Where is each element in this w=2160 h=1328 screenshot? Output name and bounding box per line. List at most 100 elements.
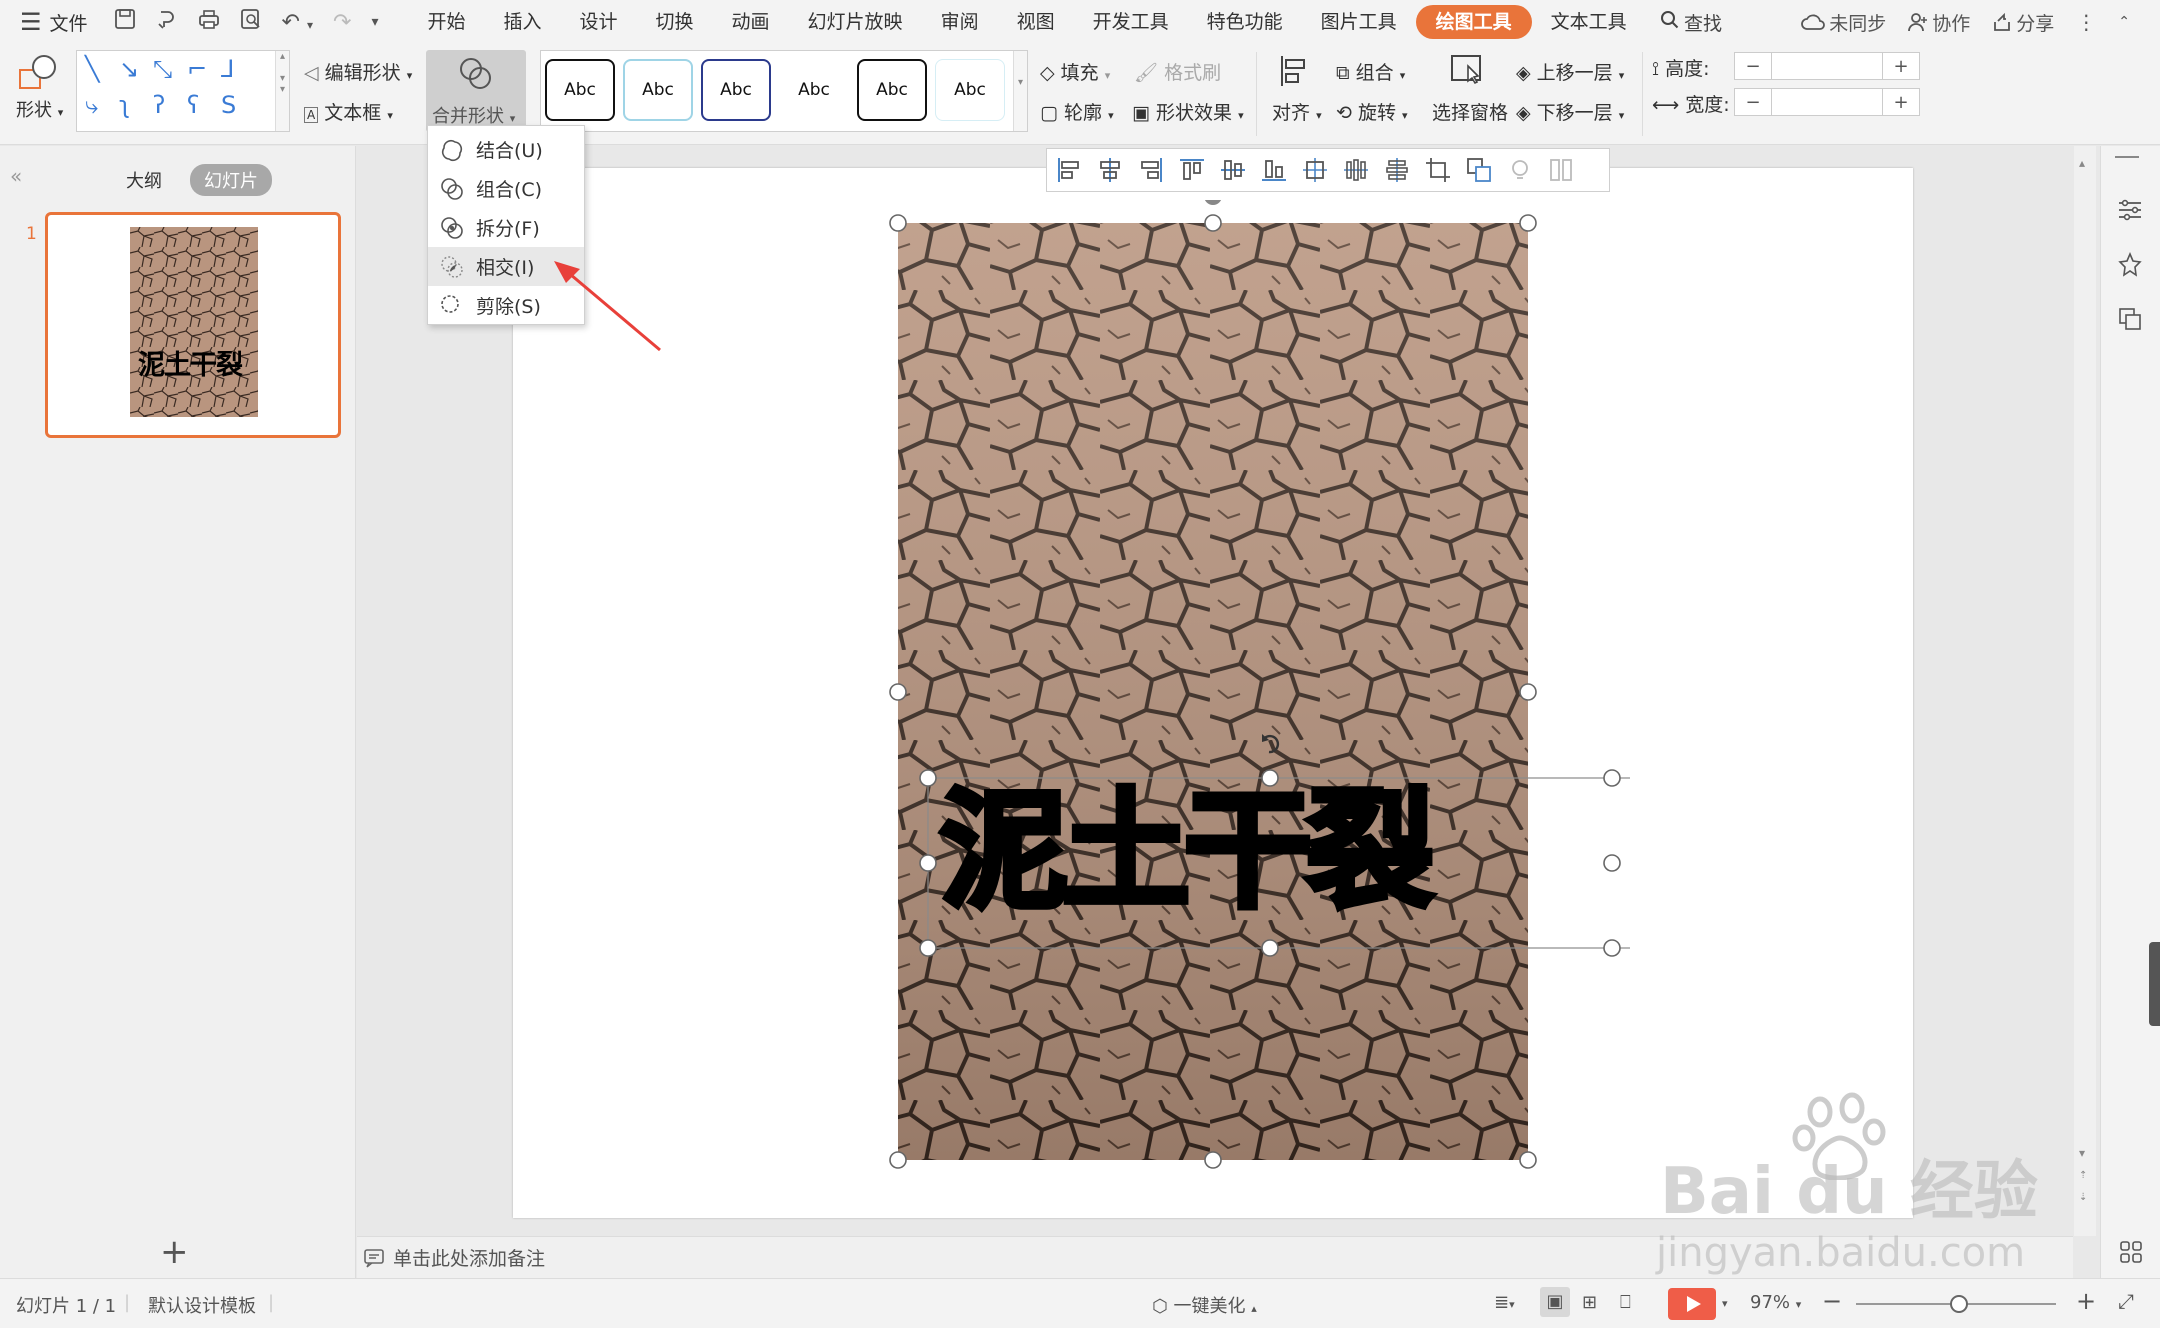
tab-transition[interactable]: 切换: [637, 5, 713, 39]
normal-view-icon[interactable]: ▣: [1540, 1287, 1570, 1317]
align-top-icon[interactable]: [1178, 156, 1206, 184]
tab-text-tools[interactable]: 文本工具: [1532, 5, 1646, 39]
tab-insert[interactable]: 插入: [484, 5, 560, 39]
shape-gallery[interactable]: ╲ ↘ ⤡ ⌐ ⅃ ⤷ ʅ ʔ ʕ S ▴ ▾ ▾: [76, 50, 290, 132]
tab-home[interactable]: 开始: [408, 5, 484, 39]
style-sample-5[interactable]: Abc: [857, 59, 927, 121]
tab-view[interactable]: 视图: [998, 5, 1074, 39]
more-icon[interactable]: ⋮: [2076, 10, 2096, 34]
reading-view-icon[interactable]: ⎕: [1620, 1292, 1631, 1313]
tab-animation[interactable]: 动画: [713, 5, 789, 39]
file-menu[interactable]: 文件: [50, 9, 88, 36]
style-sample-3[interactable]: Abc: [701, 59, 771, 121]
tab-slideshow[interactable]: 幻灯片放映: [789, 5, 922, 39]
fit-window-icon[interactable]: ⤢: [2118, 1289, 2134, 1313]
settings-sliders-icon[interactable]: [2117, 198, 2143, 222]
style-sample-2[interactable]: Abc: [623, 59, 693, 121]
tab-design[interactable]: 设计: [561, 5, 637, 39]
width-stepper[interactable]: − +: [1734, 88, 1920, 116]
gallery-scroll[interactable]: ▴ ▾ ▾: [275, 51, 289, 131]
align-middle-icon[interactable]: [1219, 156, 1247, 184]
slide-title-text[interactable]: 泥土干裂: [937, 785, 1437, 919]
height-stepper[interactable]: − +: [1734, 52, 1920, 80]
height-input[interactable]: [1771, 53, 1883, 79]
shape-effect-button[interactable]: ▣ 形状效果 ▾: [1132, 98, 1244, 125]
curve-arrow-icon[interactable]: ʔ: [153, 91, 165, 119]
play-slideshow-button[interactable]: [1668, 1288, 1716, 1320]
copy-icon[interactable]: [2117, 306, 2143, 332]
add-slide-button[interactable]: +: [160, 1232, 189, 1272]
align-left-icon[interactable]: [1055, 156, 1083, 184]
style-sample-4[interactable]: Abc: [779, 59, 849, 121]
distribute-vertical-icon[interactable]: [1383, 156, 1411, 184]
zoom-level[interactable]: 97% ▾: [1750, 1292, 1801, 1313]
distribute-horizontal-icon[interactable]: [1301, 156, 1329, 184]
tab-outline[interactable]: 大纲: [112, 164, 176, 196]
align-right-icon[interactable]: [1137, 156, 1165, 184]
play-options-icon[interactable]: ▾: [1722, 1297, 1728, 1310]
elbow-connector-icon[interactable]: ⌐: [187, 55, 207, 83]
print-icon[interactable]: [198, 8, 220, 36]
outline-button[interactable]: ▢ 轮廓 ▾: [1040, 98, 1114, 125]
customize-icon[interactable]: ▾: [371, 14, 378, 30]
bring-forward-button[interactable]: ◈ 上移一层 ▾: [1516, 58, 1624, 85]
width-decrease-button[interactable]: −: [1735, 92, 1771, 113]
slide-thumbnail[interactable]: 泥土干裂: [45, 212, 341, 438]
tab-features[interactable]: 特色功能: [1188, 5, 1302, 39]
menu-item-fragment[interactable]: 拆分(F): [428, 208, 584, 247]
collab-button[interactable]: 协作: [1908, 9, 1970, 36]
rotate-button[interactable]: ⟲ 旋转 ▾: [1336, 98, 1408, 125]
style-gallery-scroll[interactable]: ▾: [1013, 51, 1027, 131]
grid-icon[interactable]: [2119, 1240, 2143, 1264]
share-button[interactable]: 分享: [1992, 9, 2054, 36]
shape-button[interactable]: [18, 54, 58, 95]
undo-icon[interactable]: ↶ ▾: [282, 10, 313, 35]
template-name[interactable]: 默认设计模板: [148, 1292, 256, 1318]
sync-button[interactable]: 未同步: [1801, 9, 1886, 36]
elbow-arrow-icon[interactable]: ⅃: [221, 55, 234, 83]
menu-icon[interactable]: ☰: [20, 8, 42, 36]
zoom-in-button[interactable]: +: [2076, 1287, 2096, 1315]
send-backward-button[interactable]: ◈ 下移一层 ▾: [1516, 98, 1624, 125]
curve-connector-icon[interactable]: ʅ: [119, 91, 130, 119]
s-curve-icon[interactable]: S: [221, 91, 236, 119]
save-icon[interactable]: [114, 8, 136, 36]
tab-review[interactable]: 审阅: [922, 5, 998, 39]
export-icon[interactable]: [156, 8, 178, 36]
rotate-handle-picture[interactable]: [1202, 200, 1224, 207]
width-increase-button[interactable]: +: [1883, 92, 1919, 113]
style-sample-1[interactable]: Abc: [545, 59, 615, 121]
search-box[interactable]: 查找: [1660, 0, 1722, 44]
layer-icon[interactable]: [1465, 156, 1493, 184]
fill-button[interactable]: ◇ 填充 ▾: [1040, 58, 1110, 85]
zoom-slider-thumb[interactable]: [1950, 1295, 1968, 1313]
selection-pane-button[interactable]: [1450, 54, 1486, 93]
width-input[interactable]: [1771, 89, 1883, 115]
merge-shape-button[interactable]: 合并形状 ▾: [426, 50, 526, 132]
height-increase-button[interactable]: +: [1883, 56, 1919, 77]
mud-crack-picture[interactable]: [898, 223, 1528, 1160]
beautify-button[interactable]: ⬡ 一键美化 ▴: [1152, 1292, 1257, 1318]
tab-drawing-tools[interactable]: 绘图工具: [1415, 5, 1532, 39]
menu-item-union[interactable]: 结合(U): [428, 130, 584, 169]
collapse-panel-icon[interactable]: «: [10, 164, 22, 188]
vertical-scrollbar[interactable]: ▴ ▾ ⇡ ⇣: [2074, 146, 2096, 1236]
print-preview-icon[interactable]: [240, 8, 262, 36]
style-sample-6[interactable]: Abc: [935, 59, 1005, 121]
edit-shape-button[interactable]: ◁ 编辑形状 ▾: [304, 58, 412, 85]
line-icon[interactable]: ╲: [85, 55, 99, 83]
elbow-double-icon[interactable]: ⤷: [85, 91, 98, 119]
double-arrow-icon[interactable]: ⤡: [153, 55, 172, 83]
distribute-columns-icon[interactable]: [1342, 156, 1370, 184]
collapse-ribbon-icon[interactable]: ⌃: [2118, 14, 2130, 30]
menu-item-combine[interactable]: 组合(C): [428, 169, 584, 208]
align-button[interactable]: [1278, 54, 1312, 93]
height-decrease-button[interactable]: −: [1735, 56, 1771, 77]
align-bottom-icon[interactable]: [1260, 156, 1288, 184]
slide-sorter-icon[interactable]: ⊞: [1582, 1292, 1597, 1313]
group-button[interactable]: ⧉ 组合 ▾: [1336, 58, 1405, 85]
zoom-slider[interactable]: [1856, 1295, 2056, 1313]
align-center-icon[interactable]: [1096, 156, 1124, 184]
zoom-out-button[interactable]: −: [1822, 1287, 1842, 1315]
tab-picture-tools[interactable]: 图片工具: [1302, 5, 1416, 39]
